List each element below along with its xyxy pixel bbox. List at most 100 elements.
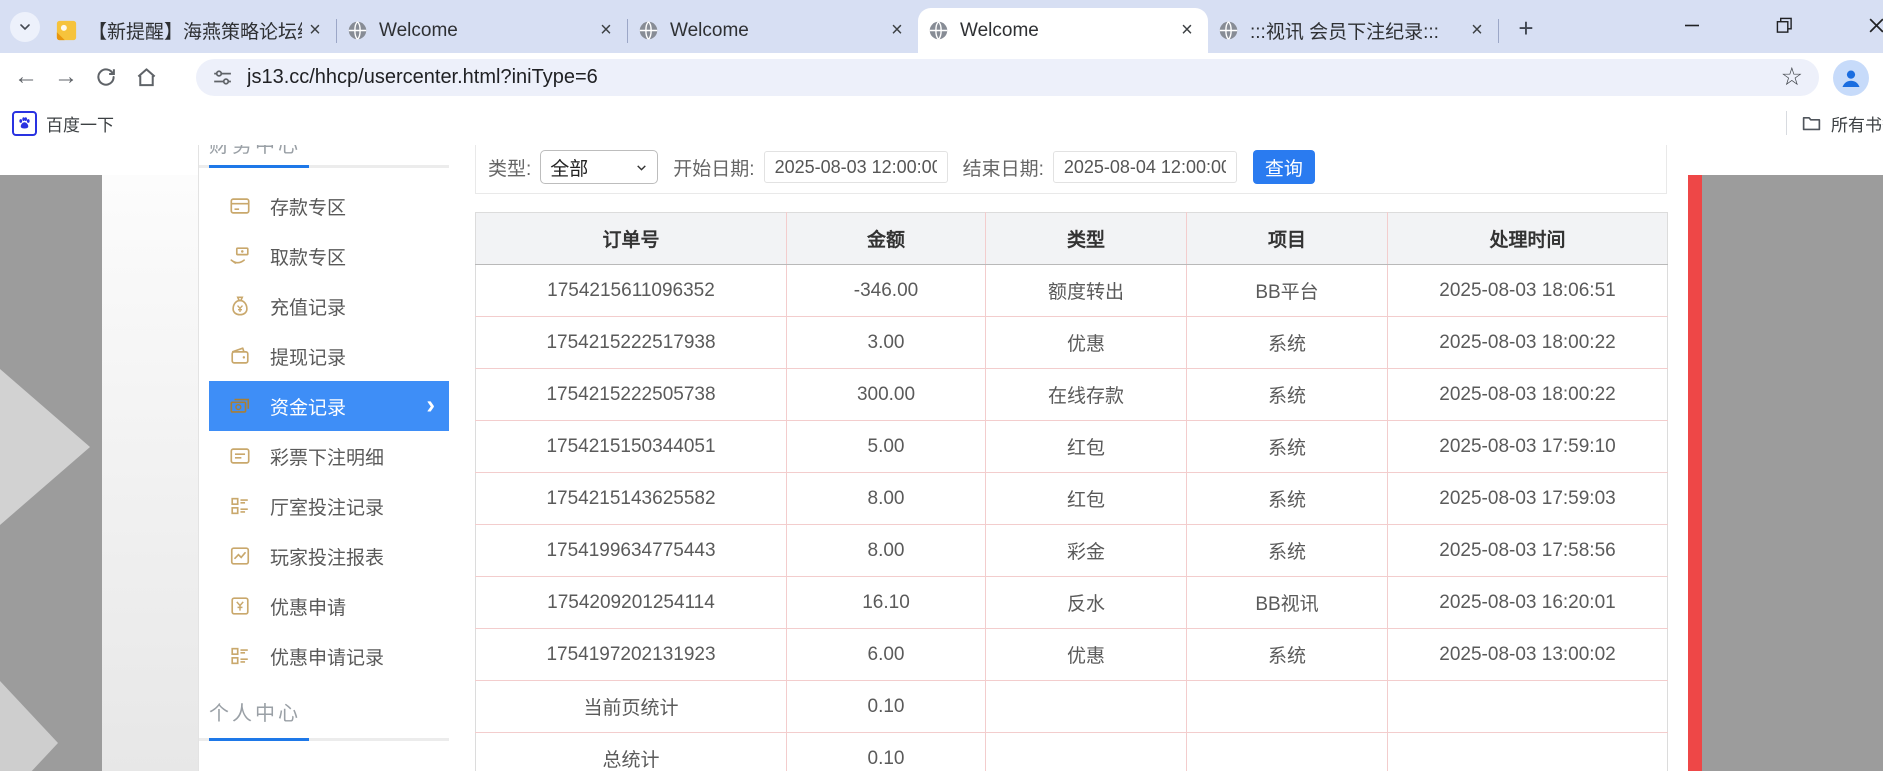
- sidebar-item-withdraw-record[interactable]: 提现记录: [199, 331, 449, 381]
- profile-avatar[interactable]: [1833, 60, 1869, 96]
- back-button[interactable]: ←: [6, 57, 46, 97]
- sidebar-item-promo-apply-record[interactable]: 优惠申请记录: [199, 631, 449, 681]
- cell-amount: 8.00: [787, 473, 986, 525]
- decor-triangle: [0, 681, 58, 771]
- cell-order-id: 1754199634775443: [476, 525, 787, 577]
- restore-icon: [1776, 17, 1793, 34]
- start-date-label: 开始日期:: [673, 154, 754, 181]
- cell-type: 红包: [986, 421, 1187, 473]
- cell-project: 系统: [1187, 421, 1388, 473]
- cell-summary-amount: 0.10: [787, 681, 986, 733]
- minimize-icon: [1684, 17, 1700, 33]
- sidebar-item-label: 充值记录: [270, 293, 346, 320]
- sidebar-item-promo-apply[interactable]: 优惠申请: [199, 581, 449, 631]
- site-settings-icon[interactable]: [212, 67, 233, 88]
- tab-close-icon[interactable]: ×: [593, 18, 619, 44]
- sidebar-item-label: 提现记录: [270, 343, 346, 370]
- cell-type: 彩金: [986, 525, 1187, 577]
- all-bookmarks-label: 所有书签: [1831, 111, 1883, 136]
- cell-time: 2025-08-03 18:00:22: [1388, 369, 1668, 421]
- cell-order-id: 1754215222517938: [476, 317, 787, 369]
- cell-order-id: 1754209201254114: [476, 577, 787, 629]
- cell-order-id: 1754197202131923: [476, 629, 787, 681]
- tab-search-button[interactable]: [10, 12, 40, 42]
- reload-button[interactable]: [86, 57, 126, 97]
- table-row: 1754215611096352-346.00额度转出BB平台2025-08-0…: [476, 265, 1668, 317]
- tab-close-icon[interactable]: ×: [884, 18, 910, 44]
- decor-triangle: [0, 369, 90, 525]
- col-amount: 金额: [787, 213, 986, 265]
- cell-project: 系统: [1187, 317, 1388, 369]
- reload-icon: [95, 66, 117, 88]
- cell-summary-amount: 0.10: [787, 733, 986, 771]
- tab-welcome-1[interactable]: Welcome ×: [337, 8, 627, 53]
- tab-title: Welcome: [670, 20, 884, 42]
- table-row: 1754215222505738300.00在线存款系统2025-08-03 1…: [476, 369, 1668, 421]
- tab-strip: 【新提醒】海燕策略论坛综合交 × Welcome × Welcome × Wel…: [46, 8, 1543, 53]
- chevron-down-icon: [17, 19, 33, 35]
- sidebar-item-player-bet-report[interactable]: 玩家投注报表: [199, 531, 449, 581]
- address-bar[interactable]: js13.cc/hhcp/usercenter.html?iniType=6 ☆: [196, 59, 1819, 96]
- close-icon: [1868, 17, 1883, 34]
- restore-button[interactable]: [1769, 10, 1799, 40]
- minimize-button[interactable]: [1677, 10, 1707, 40]
- all-bookmarks[interactable]: 所有书签: [1786, 108, 1883, 138]
- promo-icon: [229, 595, 251, 617]
- tab-close-icon[interactable]: ×: [1464, 18, 1490, 44]
- home-button[interactable]: [126, 57, 166, 97]
- cell-summary-label: 当前页统计: [476, 681, 787, 733]
- bookmark-star-icon[interactable]: ☆: [1781, 65, 1803, 90]
- end-date-input[interactable]: [1053, 151, 1237, 183]
- tab-welcome-2[interactable]: Welcome ×: [628, 8, 918, 53]
- section-underline: [199, 738, 449, 741]
- tab-welcome-active[interactable]: Welcome ×: [918, 8, 1208, 53]
- withdraw-hand-icon: [229, 245, 251, 267]
- bookmark-label: 百度一下: [46, 111, 114, 136]
- cell-empty: [1388, 733, 1668, 771]
- cell-amount: 5.00: [787, 421, 986, 473]
- wallet-icon: [229, 345, 251, 367]
- sidebar-item-withdraw[interactable]: 取款专区: [199, 231, 449, 281]
- sidebar-section-personal: 个人中心: [209, 697, 449, 726]
- sidebar-item-deposit[interactable]: 存款专区: [199, 181, 449, 231]
- sidebar-item-recharge[interactable]: 充值记录: [199, 281, 449, 331]
- bookmark-baidu[interactable]: 百度一下: [12, 108, 114, 138]
- cell-empty: [1388, 681, 1668, 733]
- globe-icon: [347, 20, 368, 41]
- type-select[interactable]: 全部: [540, 150, 658, 184]
- sidebar-item-lottery-detail[interactable]: 彩票下注明细: [199, 431, 449, 481]
- cell-project: 系统: [1187, 629, 1388, 681]
- tab-close-icon[interactable]: ×: [302, 18, 328, 44]
- person-icon: [1839, 66, 1863, 90]
- red-scrollbar[interactable]: [1688, 175, 1702, 771]
- new-tab-button[interactable]: +: [1509, 11, 1543, 45]
- filter-panel: 类型: 全部 开始日期: 结束日期: 查询: [475, 145, 1667, 194]
- summary-row-total: 总统计0.10: [476, 733, 1668, 771]
- cell-time: 2025-08-03 18:00:22: [1388, 317, 1668, 369]
- sidebar-item-hall-bet-record[interactable]: 厅室投注记录: [199, 481, 449, 531]
- cell-type: 在线存款: [986, 369, 1187, 421]
- tab-forum[interactable]: 【新提醒】海燕策略论坛综合交 ×: [46, 8, 336, 53]
- browser-toolbar: ← → js13.cc/hhcp/usercenter.html?iniType…: [0, 53, 1883, 101]
- sidebar-item-label: 玩家投注报表: [270, 543, 384, 570]
- start-date-input[interactable]: [764, 151, 948, 183]
- close-window-button[interactable]: [1861, 10, 1883, 40]
- cell-type: 优惠: [986, 317, 1187, 369]
- search-button[interactable]: 查询: [1253, 150, 1315, 184]
- url-text[interactable]: js13.cc/hhcp/usercenter.html?iniType=6: [247, 66, 1781, 89]
- table-row: 17541996347754438.00彩金系统2025-08-03 17:58…: [476, 525, 1668, 577]
- tab-video-records[interactable]: :::视讯 会员下注纪录::: ×: [1208, 8, 1498, 53]
- tab-title: :::视讯 会员下注纪录:::: [1250, 17, 1464, 44]
- baidu-paw-icon: [12, 111, 37, 136]
- page-content: 财务中心 存款专区 取款专区 充值记录 提现记录: [0, 145, 1883, 771]
- tab-close-icon[interactable]: ×: [1174, 18, 1200, 44]
- table-row: 17542152225179383.00优惠系统2025-08-03 18:00…: [476, 317, 1668, 369]
- section-underline: [199, 165, 449, 168]
- forward-button[interactable]: →: [46, 57, 86, 97]
- cell-time: 2025-08-03 13:00:02: [1388, 629, 1668, 681]
- table-row: 17542151436255828.00红包系统2025-08-03 17:59…: [476, 473, 1668, 525]
- globe-icon: [1218, 20, 1239, 41]
- cell-amount: 6.00: [787, 629, 986, 681]
- sidebar-item-funds-record[interactable]: 资金记录 ›: [209, 381, 449, 431]
- grid-list-icon: [229, 645, 251, 667]
